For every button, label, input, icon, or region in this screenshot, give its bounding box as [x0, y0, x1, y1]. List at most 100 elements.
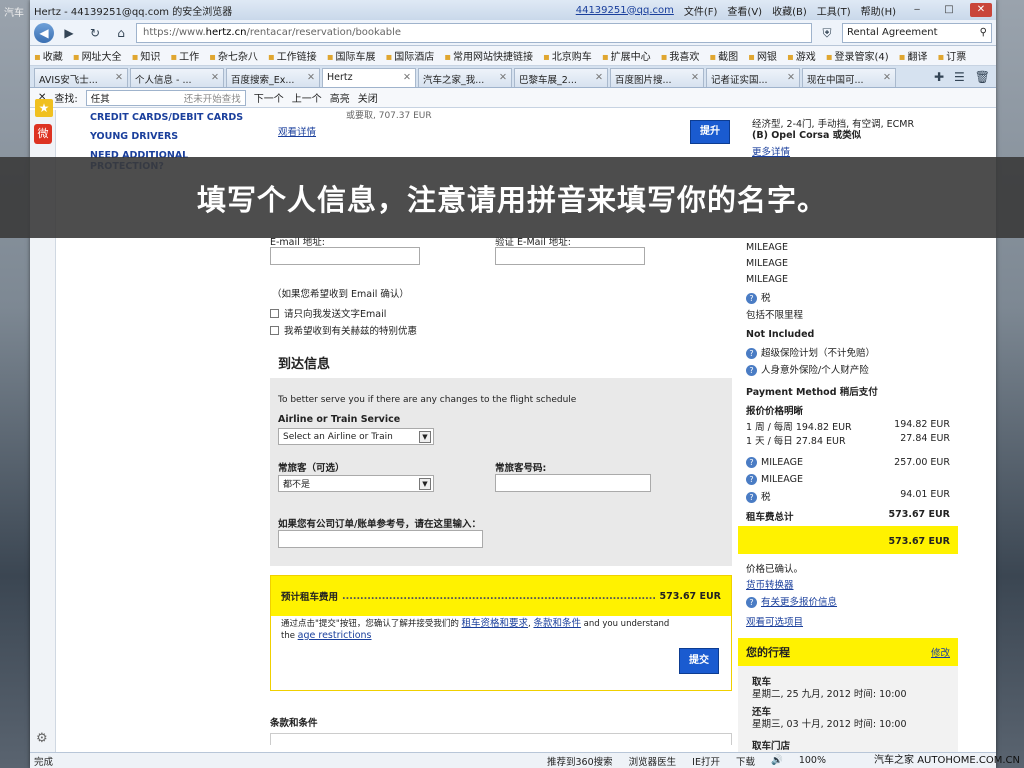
- tab-personal-info[interactable]: 个人信息 - ... ✕: [130, 68, 224, 87]
- tab-paris-motor-show[interactable]: 巴黎车展_2... ✕: [514, 68, 608, 87]
- close-icon[interactable]: ✕: [691, 72, 699, 84]
- terms-link[interactable]: 条款和条件: [533, 618, 581, 629]
- tab-china[interactable]: 现在中国可... ✕: [802, 68, 896, 87]
- close-icon[interactable]: ✕: [115, 72, 123, 84]
- status-browser-doctor[interactable]: 浏览器医生: [629, 754, 677, 768]
- maximize-button[interactable]: □: [938, 3, 960, 17]
- airline-select[interactable]: Select an Airline or Train ▼: [278, 428, 434, 445]
- bookmark-item[interactable]: 扩展中心: [602, 48, 651, 63]
- tab-autohome[interactable]: 汽车之家_我... ✕: [418, 68, 512, 87]
- checkbox-special-offers[interactable]: 我希望收到有关赫兹的特别优惠: [270, 323, 417, 337]
- eligibility-link[interactable]: 租车资格和要求: [462, 618, 529, 629]
- star-icon[interactable]: ★: [35, 99, 53, 117]
- submit-button[interactable]: 提交: [679, 648, 719, 674]
- bookmark-item[interactable]: 工作: [170, 48, 199, 63]
- menu-help[interactable]: 帮助(H): [861, 3, 896, 18]
- search-icon[interactable]: ⚲: [980, 27, 987, 38]
- search-box[interactable]: Rental Agreement ⚲: [842, 22, 992, 43]
- info-icon[interactable]: ?: [746, 597, 757, 608]
- chevron-down-icon[interactable]: ▼: [419, 430, 431, 443]
- more-details-link[interactable]: 更多详情: [752, 144, 790, 158]
- info-icon[interactable]: ?: [746, 348, 757, 359]
- tab-hertz[interactable]: Hertz ✕: [322, 68, 416, 87]
- back-button[interactable]: ◀: [34, 22, 54, 43]
- menu-view[interactable]: 查看(V): [727, 3, 762, 18]
- email-confirm-field[interactable]: [495, 247, 645, 265]
- bookmark-item[interactable]: 网址大全: [73, 48, 122, 63]
- find-prev-button[interactable]: 上一个: [292, 90, 322, 105]
- bookmark-item[interactable]: 翻译: [899, 48, 927, 63]
- find-close-button[interactable]: 关闭: [358, 90, 378, 105]
- list-icon[interactable]: ☰: [954, 70, 965, 84]
- minimize-button[interactable]: ‒: [906, 3, 928, 17]
- close-icon[interactable]: ✕: [307, 72, 315, 84]
- view-options-link[interactable]: 观看可选项目: [746, 614, 803, 628]
- bookmark-item[interactable]: 工作链接: [268, 48, 317, 63]
- bookmark-item[interactable]: 杂七杂八: [209, 48, 258, 63]
- view-details-link[interactable]: 观看详情: [278, 124, 316, 138]
- bookmark-item[interactable]: 收藏: [34, 48, 63, 63]
- info-icon[interactable]: ?: [746, 365, 757, 376]
- shield-icon[interactable]: ⛨: [816, 23, 838, 43]
- forward-button[interactable]: ▶: [58, 23, 80, 43]
- find-next-button[interactable]: 下一个: [254, 90, 284, 105]
- currency-converter-link[interactable]: 货币转换器: [746, 577, 794, 591]
- bookmark-item[interactable]: 知识: [132, 48, 160, 63]
- tab-baidu-images[interactable]: 百度图片搜... ✕: [610, 68, 704, 87]
- volume-icon[interactable]: 🔊: [771, 755, 783, 766]
- highlight-button[interactable]: 高亮: [330, 90, 350, 105]
- bookmark-item[interactable]: 截图: [709, 48, 738, 63]
- ff-number-field[interactable]: [495, 474, 651, 492]
- find-input[interactable]: 任其 还未开始查找: [85, 89, 246, 106]
- close-icon[interactable]: ✕: [787, 72, 795, 84]
- search-input[interactable]: Rental Agreement: [847, 27, 938, 38]
- menu-favorites[interactable]: 收藏(B): [772, 3, 807, 18]
- bookmark-item[interactable]: 订票: [937, 48, 966, 63]
- close-window-button[interactable]: ✕: [970, 3, 992, 17]
- tab-avis[interactable]: AVIS安飞士... ✕: [34, 68, 128, 87]
- close-icon[interactable]: ✕: [595, 72, 603, 84]
- chevron-down-icon[interactable]: ▼: [419, 477, 431, 490]
- checkbox-text-email[interactable]: 请只向我发送文字Email: [270, 306, 386, 320]
- frequent-flyer-select[interactable]: 都不是 ▼: [278, 475, 434, 492]
- gear-icon[interactable]: ⚙: [36, 731, 48, 746]
- tab-baidu-search[interactable]: 百度搜索_Ex... ✕: [226, 68, 320, 87]
- info-icon[interactable]: ?: [746, 457, 757, 468]
- status-360-search[interactable]: 推荐到360搜索: [547, 754, 613, 768]
- upgrade-button[interactable]: 提升: [690, 120, 730, 144]
- age-restrictions-link[interactable]: age restrictions: [298, 630, 372, 641]
- edit-trip-link[interactable]: 修改: [931, 645, 950, 659]
- bookmark-item[interactable]: 国际酒店: [385, 48, 434, 63]
- address-bar[interactable]: https://www. hertz.cn/rentacar/reservatio…: [136, 22, 812, 43]
- weibo-icon[interactable]: 微: [34, 124, 52, 144]
- bookmark-item[interactable]: 我喜欢: [661, 48, 699, 63]
- status-ie-open[interactable]: IE打开: [692, 754, 720, 768]
- refresh-icon[interactable]: ↻: [84, 23, 106, 43]
- trash-icon[interactable]: 🗑: [975, 70, 990, 84]
- bookmark-item[interactable]: 北京购车: [543, 48, 592, 63]
- info-icon[interactable]: ?: [746, 492, 757, 503]
- checkbox[interactable]: [270, 308, 279, 318]
- bookmark-item[interactable]: 常用网站快捷链接: [444, 48, 533, 63]
- menu-file[interactable]: 文件(F): [684, 3, 718, 18]
- info-icon[interactable]: ?: [746, 293, 757, 304]
- home-icon[interactable]: ⌂: [110, 23, 132, 43]
- close-icon[interactable]: ✕: [499, 72, 507, 84]
- new-tab-icon[interactable]: ✚: [934, 70, 944, 84]
- email-field[interactable]: [270, 247, 420, 265]
- bookmark-item[interactable]: 游戏: [787, 48, 816, 63]
- close-icon[interactable]: ✕: [211, 72, 219, 84]
- info-icon[interactable]: ?: [746, 474, 757, 485]
- close-icon[interactable]: ✕: [883, 72, 891, 84]
- bookmark-item[interactable]: 国际车展: [327, 48, 375, 63]
- status-download[interactable]: 下载: [736, 754, 755, 768]
- terms-box[interactable]: [270, 733, 732, 745]
- link-young-drivers[interactable]: YOUNG DRIVERS: [90, 131, 260, 142]
- bookmark-item[interactable]: 登录管家(4): [826, 48, 889, 63]
- link-credit-cards[interactable]: CREDIT CARDS/DEBIT CARDS: [90, 112, 260, 123]
- menu-tools[interactable]: 工具(T): [817, 3, 851, 18]
- more-quote-link[interactable]: 有关更多报价信息: [761, 597, 837, 608]
- zoom-level[interactable]: 100%: [799, 755, 826, 766]
- close-icon[interactable]: ✕: [403, 72, 411, 84]
- checkbox[interactable]: [270, 325, 279, 335]
